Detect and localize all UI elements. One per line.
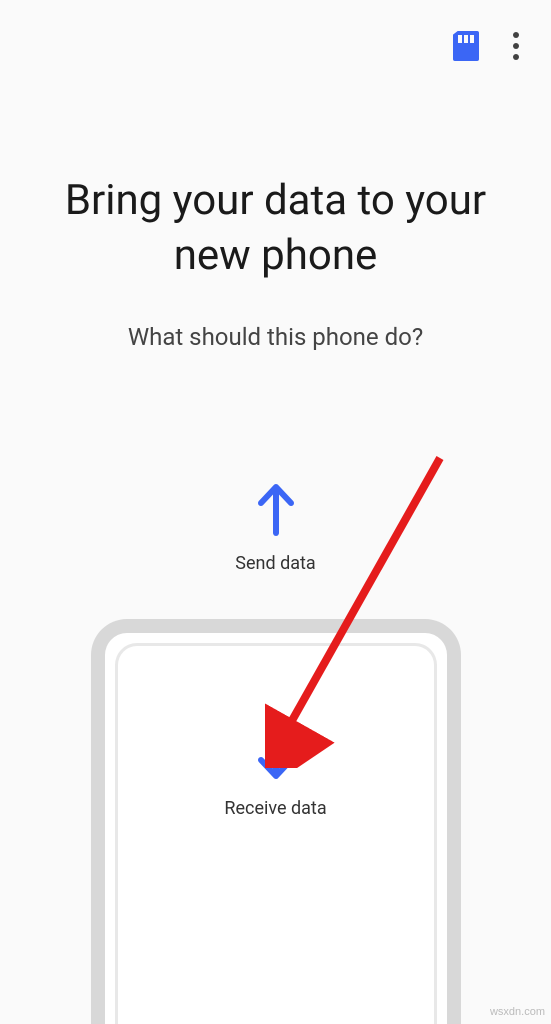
- watermark: wsxdn.com: [490, 1006, 545, 1018]
- send-data-label: Send data: [0, 553, 551, 574]
- sd-card-icon[interactable]: [453, 31, 479, 61]
- phone-frame: Receive data: [91, 619, 461, 1024]
- phone-inner: Receive data: [115, 643, 437, 1024]
- page-title: Bring your data to your new phone: [0, 174, 551, 283]
- arrow-up-icon: [253, 481, 299, 541]
- header-bar: [0, 0, 551, 64]
- more-vertical-icon[interactable]: [509, 28, 523, 64]
- arrow-down-icon: [253, 726, 299, 786]
- receive-data-option[interactable]: Receive data: [118, 646, 434, 819]
- send-data-option[interactable]: Send data: [0, 481, 551, 574]
- page-subtitle: What should this phone do?: [0, 323, 551, 351]
- receive-data-label: Receive data: [118, 798, 434, 819]
